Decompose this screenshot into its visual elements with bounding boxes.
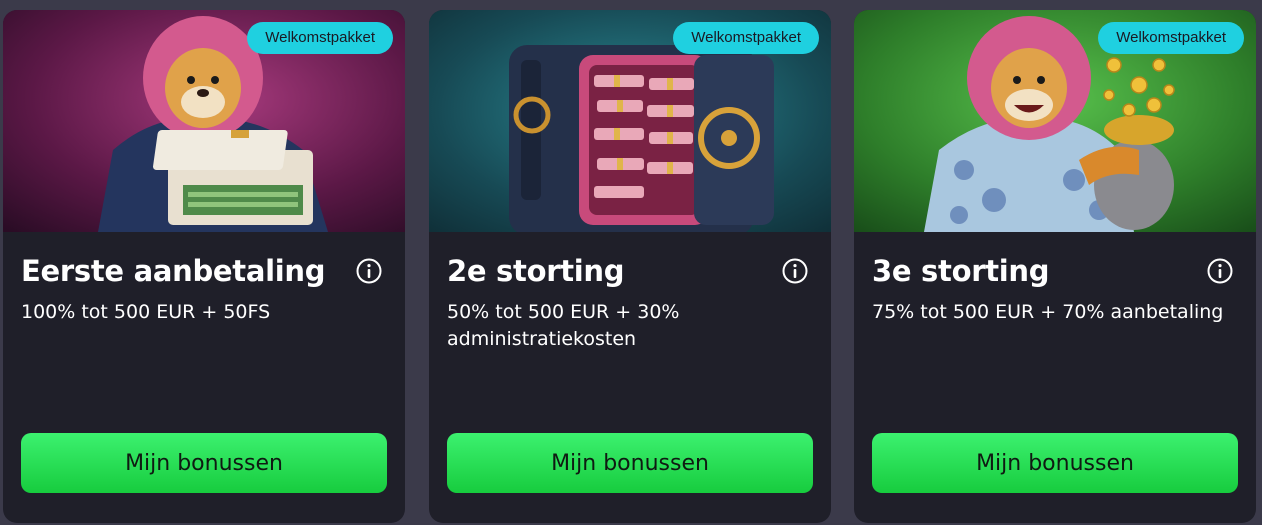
card-title: 2e storting <box>447 254 625 288</box>
info-icon[interactable] <box>782 258 808 284</box>
bonus-cards: Welkomstpakket Eerste aanbetaling 100% t… <box>0 0 1262 525</box>
welcome-package-badge: Welkomstpakket <box>247 22 393 54</box>
bonus-card-first-deposit: Welkomstpakket Eerste aanbetaling 100% t… <box>3 10 405 523</box>
card-description: 50% tot 500 EUR + 30% administratiekoste… <box>447 301 680 350</box>
card-title: Eerste aanbetaling <box>21 254 326 288</box>
bonus-card-third-deposit: Welkomstpakket 3e storting 75% tot 500 E… <box>854 10 1256 523</box>
bonus-card-second-deposit: Welkomstpakket 2e storting 50% tot 500 E… <box>429 10 831 523</box>
my-bonuses-button[interactable]: Mijn bonussen <box>21 433 387 493</box>
welcome-package-badge: Welkomstpakket <box>673 22 819 54</box>
card-description: 75% tot 500 EUR + 70% aanbetaling <box>872 301 1224 323</box>
card-description: 100% tot 500 EUR + 50FS <box>21 301 271 323</box>
my-bonuses-button[interactable]: Mijn bonussen <box>447 433 813 493</box>
welcome-package-badge: Welkomstpakket <box>1098 22 1244 54</box>
info-icon[interactable] <box>356 258 382 284</box>
card-title: 3e storting <box>872 254 1050 288</box>
info-icon[interactable] <box>1207 258 1233 284</box>
my-bonuses-button[interactable]: Mijn bonussen <box>872 433 1238 493</box>
